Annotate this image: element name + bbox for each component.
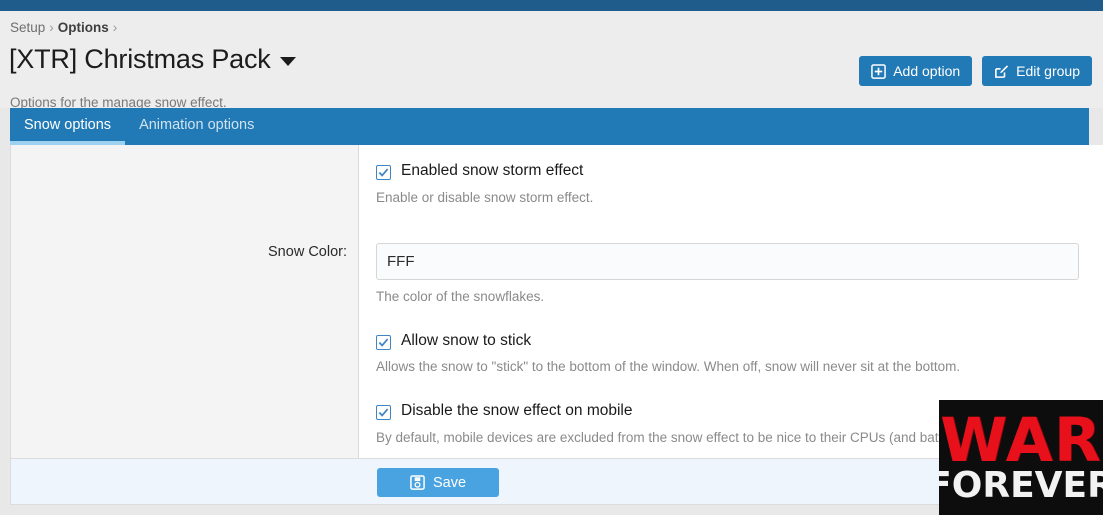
- add-option-label: Add option: [893, 63, 961, 79]
- checkmark-icon: [378, 338, 389, 347]
- add-option-button[interactable]: Add option: [859, 56, 973, 86]
- form-label-gutter: Snow Color:: [11, 145, 359, 458]
- plus-square-icon: [871, 63, 887, 79]
- top-accent-bar: [0, 0, 1103, 11]
- checkmark-icon: [378, 408, 389, 417]
- save-button[interactable]: Save: [377, 468, 499, 497]
- breadcrumb-separator-1: ›: [49, 20, 54, 35]
- hint-enabled-snow-storm: Enable or disable snow storm effect.: [376, 189, 594, 205]
- breadcrumb-item-setup[interactable]: Setup: [10, 20, 45, 35]
- tab-bar: Snow options Animation options: [10, 108, 1089, 145]
- field-enabled-snow-storm: Enabled snow storm effect: [376, 162, 1079, 181]
- options-panel: Snow Color: Enabled snow storm effect En…: [10, 145, 1103, 459]
- page-header: Setup › Options › [XTR] Christmas Pack Opti…: [0, 11, 1103, 110]
- edit-square-icon: [994, 64, 1009, 79]
- checkbox-enabled-snow-storm[interactable]: [376, 165, 391, 180]
- tab-snow-options[interactable]: Snow options: [10, 117, 126, 145]
- snow-color-label: Snow Color:: [268, 244, 347, 260]
- chevron-down-icon[interactable]: [279, 57, 296, 66]
- header-actions: Add option Edit group: [859, 56, 1092, 86]
- tab-animation-options[interactable]: Animation options: [125, 117, 268, 146]
- hint-allow-snow-stick: Allows the snow to "stick" to the bottom…: [376, 359, 961, 375]
- checkbox-disable-snow-mobile[interactable]: [376, 405, 391, 421]
- checkbox-label-disable-snow-mobile[interactable]: Disable the snow effect on mobile: [401, 402, 633, 421]
- checkbox-label-enabled-snow-storm[interactable]: Enabled snow storm effect: [401, 162, 583, 181]
- checkbox-label-allow-snow-stick[interactable]: Allow snow to stick: [401, 332, 531, 351]
- breadcrumb-item-options[interactable]: Options: [58, 20, 109, 35]
- watermark-line-2: FOREVER: [939, 465, 1103, 506]
- page-title[interactable]: [XTR] Christmas Pack: [9, 44, 296, 75]
- save-label: Save: [432, 474, 467, 491]
- edit-group-label: Edit group: [1016, 63, 1080, 79]
- watermark-overlay: WAR FOREVER: [939, 400, 1103, 515]
- hint-snow-color: The color of the snowflakes.: [376, 288, 545, 304]
- snow-color-input[interactable]: [376, 242, 1079, 280]
- breadcrumb: Setup › Options ›: [10, 20, 121, 35]
- edit-group-button[interactable]: Edit group: [982, 56, 1092, 86]
- checkmark-icon: [378, 168, 389, 177]
- save-floppy-icon: [410, 475, 425, 490]
- form-footer: Save: [10, 459, 1089, 505]
- breadcrumb-separator-2: ›: [112, 20, 118, 35]
- checkbox-allow-snow-stick[interactable]: [376, 334, 391, 350]
- watermark-line-1: WAR: [940, 404, 1102, 476]
- page-title-text: [XTR] Christmas Pack: [9, 44, 271, 74]
- field-allow-snow-stick: Allow snow to stick: [376, 332, 1079, 351]
